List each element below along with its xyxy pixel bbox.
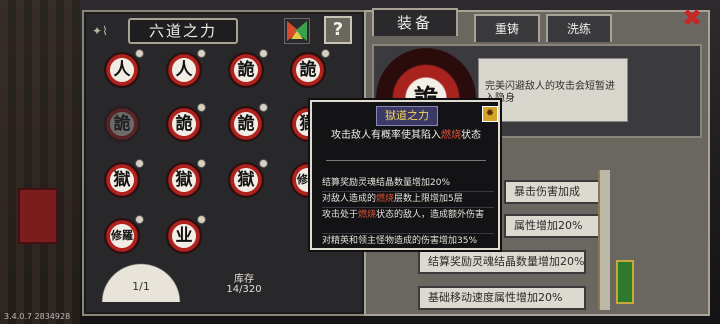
page-fan-icon[interactable]: 1/1 <box>96 258 186 302</box>
background-cabinet <box>18 188 58 244</box>
badge-label: 獄 <box>237 170 255 190</box>
badge-karma[interactable]: 业 <box>166 215 206 254</box>
burn-keyword: 燃烧 <box>376 194 395 204</box>
badge-ghost-2[interactable]: 詭 <box>290 49 330 88</box>
line-text: 对敌人造成的 <box>322 194 377 204</box>
badge-label: 詭 <box>299 60 317 80</box>
badge-label: 人 <box>113 60 131 80</box>
badge-label: 詭 <box>113 114 131 134</box>
tooltip-title: 獄道之力 <box>376 106 438 126</box>
line-text-tail: 状态的敌人，造成额外伤害 <box>376 210 485 220</box>
badge-hell-4[interactable]: 獄 <box>228 159 268 198</box>
level-tick-icon <box>197 49 206 58</box>
level-tick-icon <box>197 159 206 168</box>
background-wall <box>0 0 80 324</box>
tooltip-line-4: 对精英和领主怪物造成的伤害增加35% <box>322 236 498 247</box>
ornament-icon: ✦⌇ <box>92 24 108 38</box>
tooltip-popup: 獄道之力 ✹ 攻击敌人有概率使其陷入燃烧状态 结算奖励灵魂结晶数量增加20% 对… <box>310 100 500 250</box>
level-tick-icon <box>197 103 206 112</box>
badge-label: 獄 <box>113 170 131 190</box>
page-indicator: 1/1 <box>132 280 150 293</box>
tab-equip[interactable]: 装备 <box>372 8 458 36</box>
line-text: 对精英和领主怪物造成的伤害增加35% <box>322 236 478 246</box>
divider <box>322 207 494 208</box>
level-tick-icon <box>135 49 144 58</box>
version-text: 3.4.0.7 2834928 <box>4 312 71 321</box>
stock-label: 库存 <box>234 274 254 285</box>
tooltip-main-effect: 攻击敌人有概率使其陷入燃烧状态 <box>318 130 494 142</box>
jade-ornament-icon <box>616 260 634 304</box>
divider <box>326 160 486 168</box>
badge-label: 詭 <box>175 114 193 134</box>
stock-count: 14/320 <box>226 284 262 295</box>
level-tick-icon <box>259 159 268 168</box>
badge-ghost-1[interactable]: 詭 <box>228 49 268 88</box>
star-icon[interactable]: ✹ <box>482 106 498 122</box>
badge-human-2[interactable]: 人 <box>166 49 206 88</box>
shape-filter-icon[interactable] <box>284 18 310 44</box>
line-text-tail: 层数上限增加5层 <box>394 194 463 204</box>
badge-human-1[interactable]: 人 <box>104 49 144 88</box>
burn-keyword: 燃烧 <box>358 210 377 220</box>
badge-label: 獄 <box>175 170 193 190</box>
main-text: 攻击敌人有概率使其陷入 <box>331 130 441 141</box>
stat-row-4: 基础移动速度属性增加20% <box>418 286 586 310</box>
tab-reforge[interactable]: 重铸 <box>474 14 540 42</box>
tooltip-line-2: 对敌人造成的燃烧层数上限增加5层 <box>322 194 498 205</box>
level-tick-icon <box>135 159 144 168</box>
scrollbar[interactable] <box>598 170 610 310</box>
badge-label: 詭 <box>237 114 255 134</box>
badge-hell-2[interactable]: 獄 <box>104 159 144 198</box>
level-tick-icon <box>259 103 268 112</box>
burn-keyword: 燃烧 <box>441 130 461 141</box>
badge-label: 人 <box>175 60 193 80</box>
stat-row-3: 结算奖励灵魂结晶数量增加20% <box>418 250 586 274</box>
line-text: 结算奖励灵魂结晶数量增加20% <box>322 178 451 188</box>
divider <box>322 191 494 192</box>
badge-ghost-3[interactable]: 詭 <box>104 106 140 142</box>
level-tick-icon <box>197 215 206 224</box>
badge-label: 业 <box>175 226 193 246</box>
close-icon[interactable]: ✖ <box>678 4 706 32</box>
level-tick-icon <box>321 49 330 58</box>
help-button[interactable]: ? <box>324 16 352 44</box>
main-text-tail: 状态 <box>461 130 481 141</box>
badge-asura-2[interactable]: 修羅 <box>104 215 144 254</box>
stat-row-2: 属性增加20% <box>504 214 600 238</box>
divider <box>322 233 494 234</box>
badge-label: 詭 <box>237 60 255 80</box>
tooltip-line-3: 攻击处于燃烧状态的敌人，造成额外伤害 <box>322 210 498 221</box>
stat-row-1: 暴击伤害加成 <box>504 180 600 204</box>
badge-ghost-5[interactable]: 詭 <box>228 103 268 142</box>
tab-refine[interactable]: 洗练 <box>546 14 612 42</box>
level-tick-icon <box>259 49 268 58</box>
equipment-description: 完美闪避敌人的攻击会短暂进入隐身 <box>478 58 628 122</box>
badge-ghost-4[interactable]: 詭 <box>166 103 206 142</box>
line-text: 攻击处于 <box>322 210 359 220</box>
tooltip-line-1: 结算奖励灵魂结晶数量增加20% <box>322 178 498 189</box>
badge-hell-3[interactable]: 獄 <box>166 159 206 198</box>
badge-label: 修羅 <box>111 229 133 242</box>
level-tick-icon <box>135 215 144 224</box>
panel-title: 六道之力 <box>128 18 238 44</box>
